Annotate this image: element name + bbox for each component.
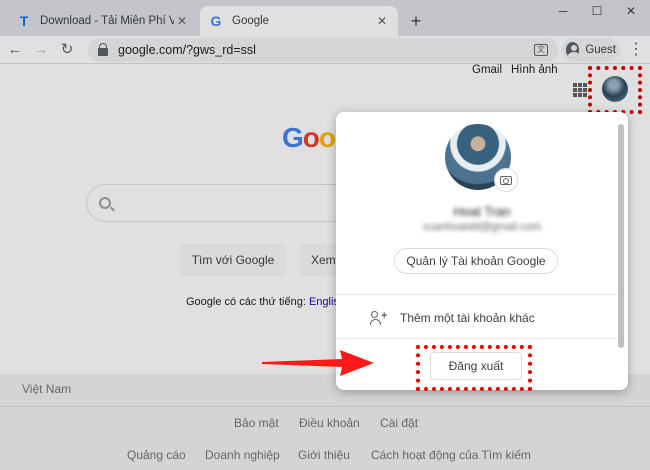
add-account-label: Thêm một tài khoản khác: [400, 311, 535, 325]
account-email: xuanhoatdd@gmail.com: [422, 221, 542, 233]
highlight-box-signout: [416, 345, 532, 391]
add-person-icon: +: [370, 311, 388, 325]
popup-scrollbar[interactable]: [618, 124, 624, 348]
add-account-item[interactable]: + Thêm một tài khoản khác: [336, 300, 622, 336]
account-name: Hoat Tran: [453, 204, 511, 219]
red-arrow-annotation: [262, 350, 374, 376]
divider: [336, 294, 622, 295]
divider: [336, 338, 622, 339]
camera-icon[interactable]: [494, 168, 518, 192]
manage-account-button[interactable]: Quản lý Tài khoản Google: [394, 248, 558, 274]
